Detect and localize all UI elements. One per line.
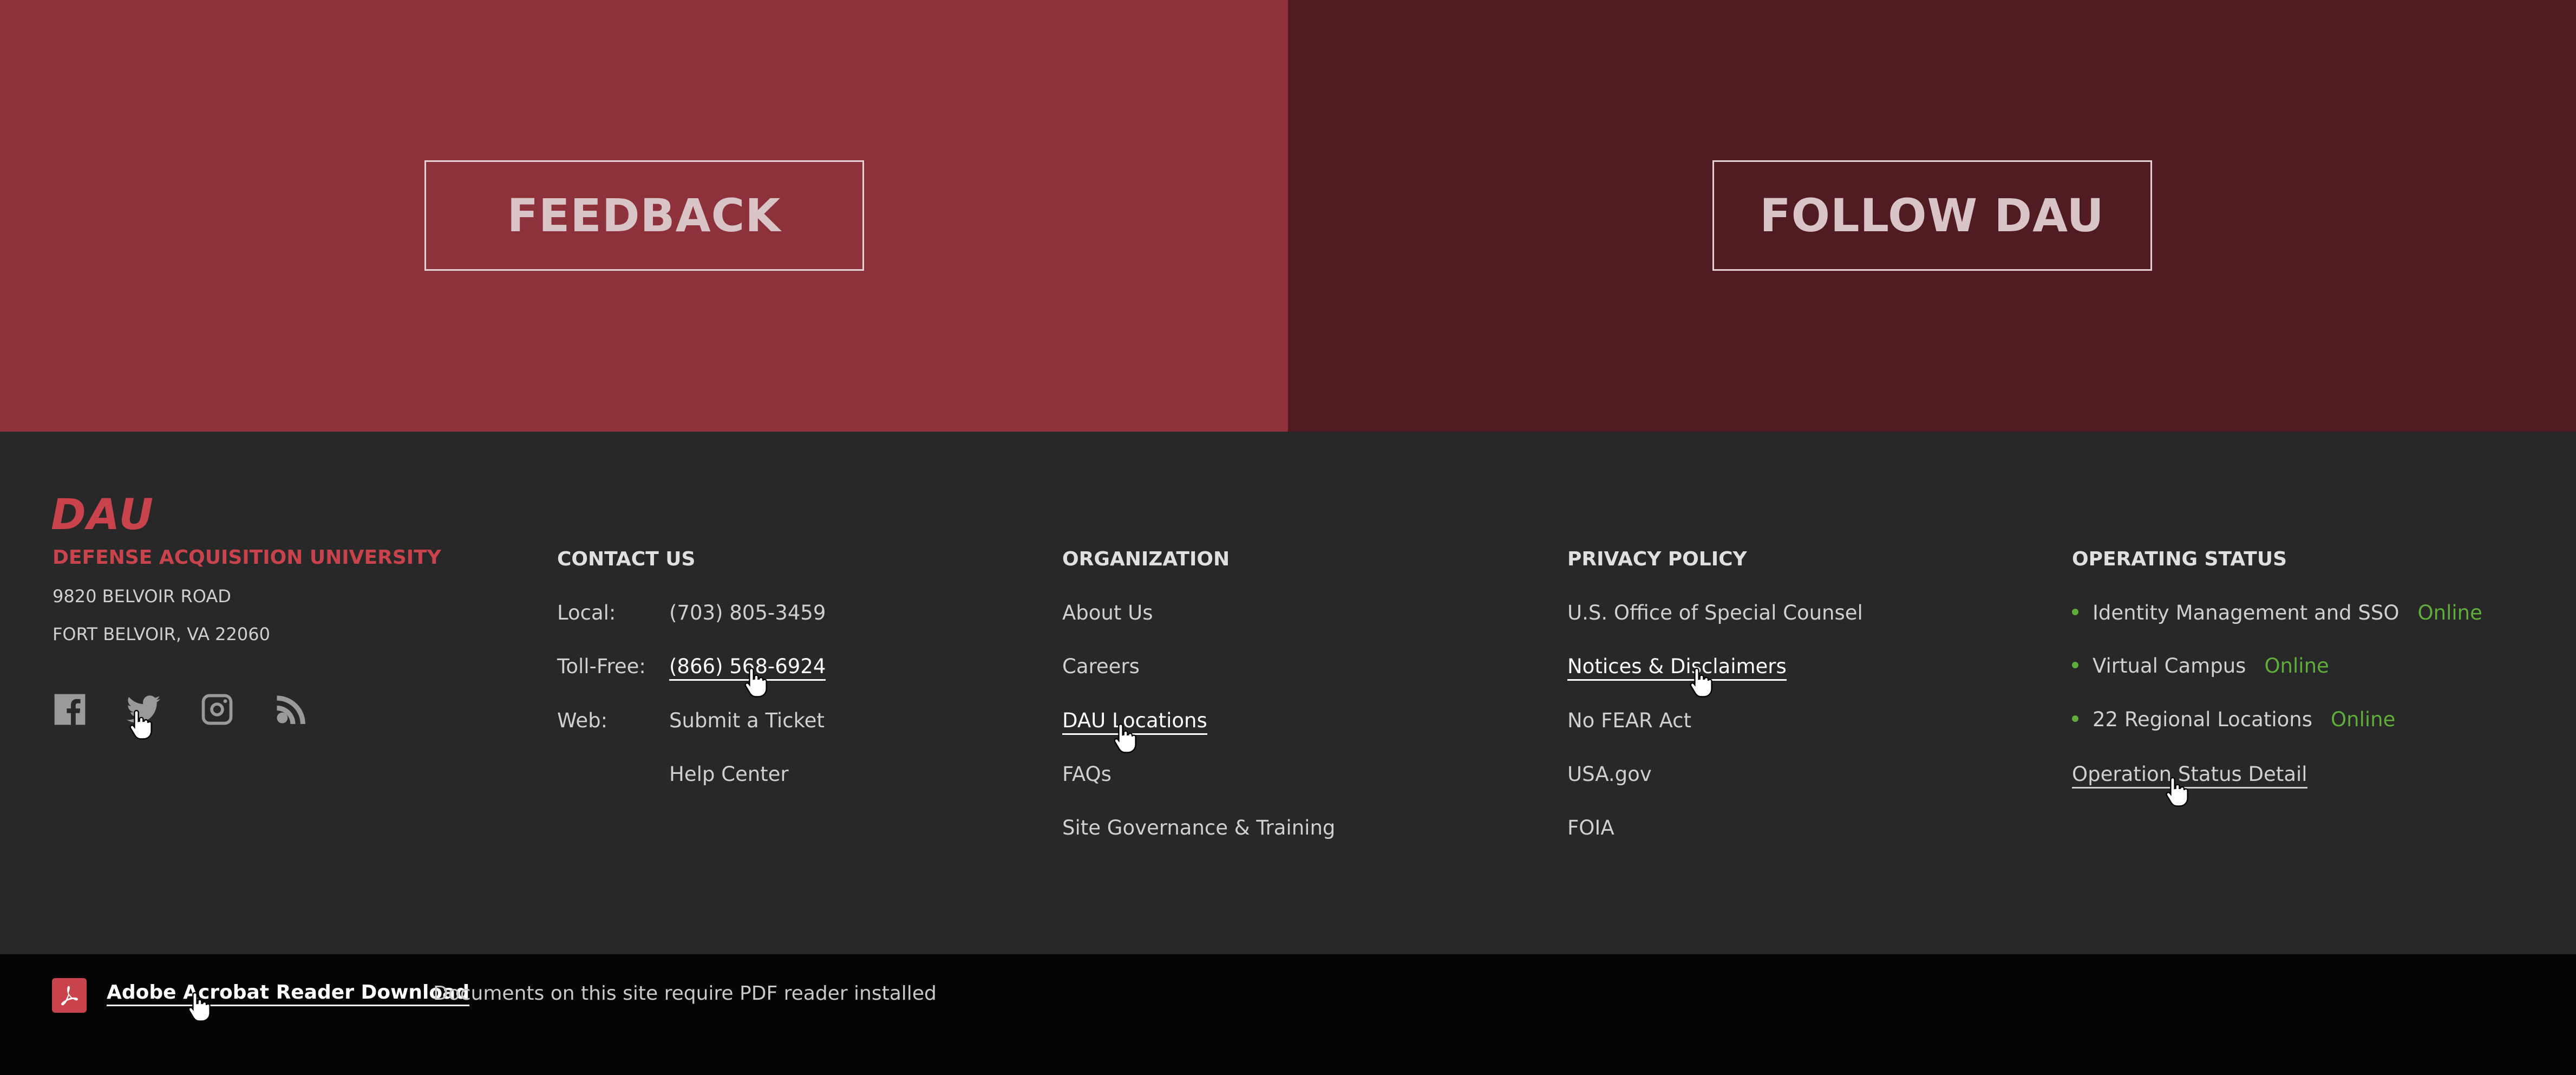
rss-icon[interactable]	[272, 690, 310, 728]
follow-dau-button[interactable]: FOLLOW DAU	[1712, 160, 2152, 271]
adobe-reader-download-link[interactable]: Adobe Acrobat Reader Download	[107, 981, 470, 1006]
status-item-virtual-campus: Virtual Campus Online	[2072, 654, 2329, 677]
privacy-link-usa-gov[interactable]: USA.gov	[1567, 763, 1652, 786]
org-link-site-governance[interactable]: Site Governance & Training	[1062, 816, 1335, 839]
status-dot-icon	[2072, 715, 2078, 722]
status-label: 22 Regional Locations	[2093, 708, 2312, 731]
status-state: Online	[2331, 708, 2396, 731]
privacy-link-notices[interactable]: Notices & Disclaimers	[1567, 655, 1787, 681]
contact-heading: CONTACT US	[557, 548, 696, 570]
dau-logo[interactable]: DAU	[51, 494, 154, 536]
help-center-link[interactable]: Help Center	[669, 763, 789, 786]
organization-heading: ORGANIZATION	[1062, 548, 1230, 570]
hand-cursor-icon	[129, 709, 153, 740]
privacy-heading: PRIVACY POLICY	[1567, 548, 1747, 570]
social-links	[51, 690, 310, 728]
hand-cursor-icon	[2165, 776, 2189, 807]
feedback-button[interactable]: FEEDBACK	[424, 160, 864, 271]
local-phone-link[interactable]: (703) 805-3459	[669, 601, 826, 624]
facebook-icon[interactable]	[51, 690, 89, 728]
org-link-careers[interactable]: Careers	[1062, 655, 1140, 678]
local-label: Local:	[557, 601, 616, 624]
org-link-faqs[interactable]: FAQs	[1062, 763, 1112, 786]
feedback-panel: FEEDBACK	[0, 0, 1288, 432]
pdf-reader-note: Documents on this site require PDF reade…	[433, 982, 937, 1005]
submit-ticket-link[interactable]: Submit a Ticket	[669, 709, 825, 732]
address-line-1: 9820 BELVOIR ROAD	[53, 586, 231, 607]
instagram-icon[interactable]	[198, 690, 236, 728]
privacy-link-foia[interactable]: FOIA	[1567, 816, 1614, 839]
web-label: Web:	[557, 709, 608, 732]
privacy-link-no-fear[interactable]: No FEAR Act	[1567, 709, 1691, 732]
status-state: Online	[2264, 654, 2329, 677]
status-state: Online	[2417, 601, 2482, 624]
status-item-regional-locations: 22 Regional Locations Online	[2072, 708, 2395, 731]
status-item-identity: Identity Management and SSO Online	[2072, 601, 2482, 624]
status-dot-icon	[2072, 608, 2078, 615]
status-label: Virtual Campus	[2093, 654, 2246, 677]
university-name: DEFENSE ACQUISITION UNIVERSITY	[53, 546, 441, 569]
tollfree-label: Toll-Free:	[557, 655, 646, 678]
logo-text: DAU	[51, 491, 154, 539]
pdf-icon	[52, 978, 87, 1013]
operation-status-detail-link[interactable]: Operation Status Detail	[2072, 763, 2307, 789]
org-link-about-us[interactable]: About Us	[1062, 601, 1153, 624]
site-footer: DAU DEFENSE ACQUISITION UNIVERSITY 9820 …	[0, 432, 2576, 954]
status-heading: OPERATING STATUS	[2072, 548, 2287, 570]
follow-panel: FOLLOW DAU	[1288, 0, 2576, 432]
pdf-reader-bar: Adobe Acrobat Reader Download Documents …	[0, 954, 2576, 1075]
status-label: Identity Management and SSO	[2093, 601, 2400, 624]
address-line-2: FORT BELVOIR, VA 22060	[53, 624, 270, 644]
privacy-link-osc[interactable]: U.S. Office of Special Counsel	[1567, 601, 1863, 624]
status-dot-icon	[2072, 661, 2078, 668]
hand-cursor-icon	[1689, 667, 1713, 698]
hand-cursor-icon	[744, 667, 768, 698]
hand-cursor-icon	[187, 991, 211, 1022]
hand-cursor-icon	[1113, 722, 1137, 754]
